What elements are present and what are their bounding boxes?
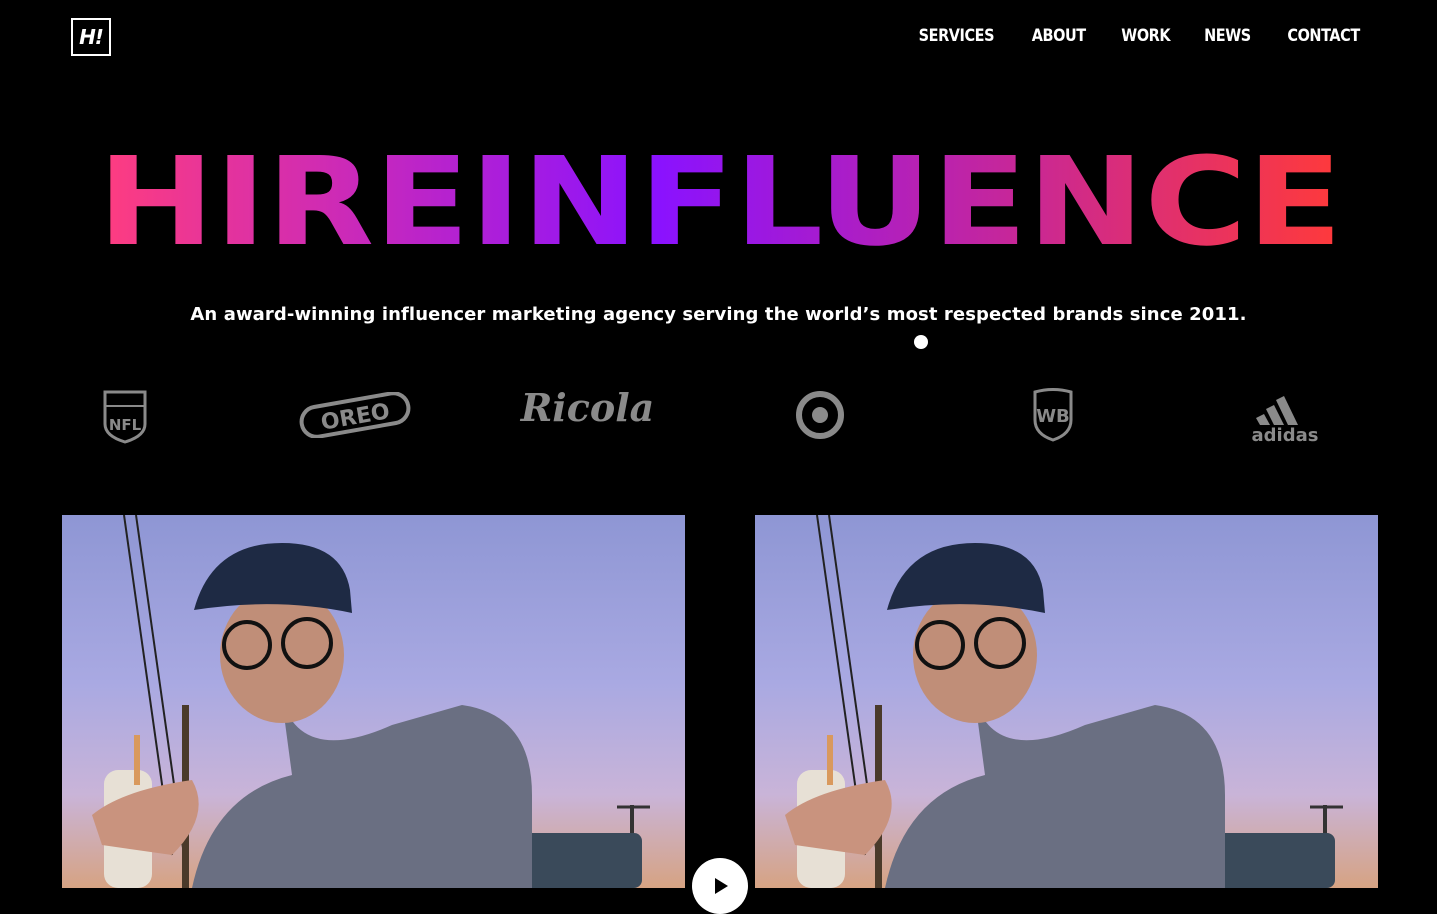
- brand-logos: NFL OREO Ricola WB adidas: [0, 380, 1437, 450]
- target-logo-icon: [790, 380, 850, 450]
- video-thumbnail: [92, 515, 650, 888]
- nav-contact[interactable]: CONTACT: [1287, 26, 1360, 46]
- tagline: An award-winning influencer marketing ag…: [190, 304, 1247, 325]
- nav-work[interactable]: WORK: [1121, 26, 1170, 46]
- video-thumbnail: [785, 515, 1343, 888]
- video-card-right[interactable]: [755, 515, 1378, 888]
- main-nav: SERVICES ABOUT WORK NEWS CONTACT: [912, 26, 1366, 46]
- svg-text:adidas: adidas: [1252, 425, 1319, 443]
- nav-about[interactable]: ABOUT: [1032, 26, 1086, 46]
- ricola-logo-icon: Ricola: [520, 384, 655, 430]
- wb-logo-icon: WB: [1025, 380, 1080, 450]
- hero-title-text: HIREINFLUENCE: [98, 140, 1343, 260]
- hero-title: HIREINFLUENCE: [98, 140, 1343, 260]
- video-card-left[interactable]: [62, 515, 685, 888]
- svg-text:NFL: NFL: [109, 416, 142, 434]
- svg-text:WB: WB: [1036, 406, 1070, 427]
- adidas-logo-icon: adidas: [1240, 380, 1330, 450]
- logo-text: H!: [79, 25, 104, 49]
- site-logo[interactable]: H!: [71, 18, 111, 56]
- nav-news[interactable]: NEWS: [1204, 26, 1251, 46]
- play-button[interactable]: [692, 858, 748, 914]
- oreo-logo-icon: OREO: [295, 380, 415, 450]
- nav-services[interactable]: SERVICES: [919, 26, 995, 46]
- cursor-dot: [914, 335, 928, 349]
- nfl-logo-icon: NFL: [95, 380, 155, 450]
- play-icon: [715, 878, 728, 894]
